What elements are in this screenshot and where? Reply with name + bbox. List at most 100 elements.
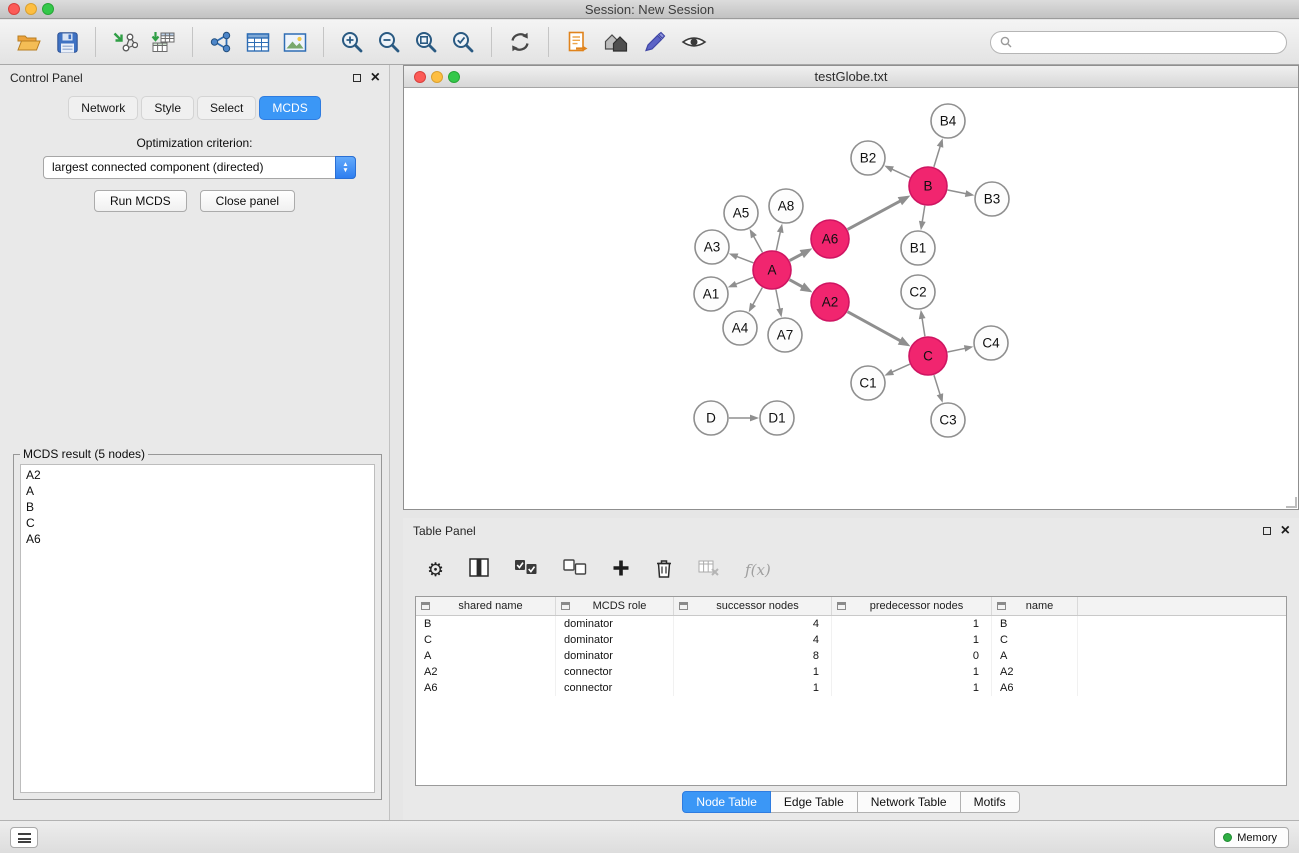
close-network-window-icon[interactable] bbox=[414, 71, 426, 83]
open-file-button[interactable] bbox=[12, 24, 46, 60]
run-mcds-button[interactable]: Run MCDS bbox=[94, 190, 187, 212]
tab-edge-table[interactable]: Edge Table bbox=[771, 791, 858, 813]
network-edge-A-A5[interactable] bbox=[750, 229, 763, 253]
table-cell[interactable]: 1 bbox=[832, 680, 992, 696]
optimization-dropdown[interactable]: largest connected component (directed) ▲… bbox=[43, 156, 356, 179]
zoom-selected-button[interactable] bbox=[447, 24, 479, 60]
column-header-predecessor-nodes[interactable]: predecessor nodes bbox=[832, 597, 992, 615]
network-node-B2[interactable]: B2 bbox=[851, 141, 885, 175]
network-edge-C-C1[interactable] bbox=[884, 364, 909, 375]
column-header-name[interactable]: name bbox=[992, 597, 1078, 615]
table-cell[interactable]: dominator bbox=[556, 632, 674, 648]
column-header-shared-name[interactable]: shared name bbox=[416, 597, 556, 615]
network-node-B4[interactable]: B4 bbox=[931, 104, 965, 138]
zoom-fit-button[interactable] bbox=[410, 24, 442, 60]
close-panel-icon[interactable]: × bbox=[1281, 525, 1290, 537]
float-panel-icon[interactable] bbox=[353, 74, 361, 82]
import-table-button[interactable] bbox=[147, 24, 180, 60]
network-edge-B-B3[interactable] bbox=[948, 190, 975, 197]
function-builder-button[interactable]: f(x) bbox=[745, 561, 771, 579]
new-table-button[interactable] bbox=[242, 24, 274, 60]
network-node-C2[interactable]: C2 bbox=[901, 275, 935, 309]
delete-column-button[interactable] bbox=[655, 558, 673, 583]
network-edge-A-A1[interactable] bbox=[728, 277, 754, 287]
deselect-all-button[interactable] bbox=[563, 559, 587, 581]
save-session-button[interactable] bbox=[51, 24, 83, 60]
export-document-button[interactable] bbox=[561, 24, 593, 60]
tab-network-table[interactable]: Network Table bbox=[858, 791, 961, 813]
network-node-A7[interactable]: A7 bbox=[768, 318, 802, 352]
table-cell[interactable]: 4 bbox=[674, 616, 832, 632]
network-node-C1[interactable]: C1 bbox=[851, 366, 885, 400]
table-cell[interactable]: C bbox=[992, 632, 1078, 648]
network-edge-A-A6[interactable] bbox=[790, 248, 813, 260]
network-edge-B-B2[interactable] bbox=[884, 166, 910, 178]
table-cell[interactable]: 1 bbox=[832, 616, 992, 632]
network-edge-B-B4[interactable] bbox=[934, 138, 943, 167]
network-node-A2[interactable]: A2 bbox=[811, 283, 849, 321]
network-edge-B-B1[interactable] bbox=[919, 206, 926, 230]
network-node-A1[interactable]: A1 bbox=[694, 277, 728, 311]
network-edge-A6-B[interactable] bbox=[848, 196, 911, 230]
tab-node-table[interactable]: Node Table bbox=[682, 791, 771, 813]
show-columns-button[interactable] bbox=[469, 558, 489, 582]
network-node-A[interactable]: A bbox=[753, 251, 791, 289]
table-cell[interactable]: 1 bbox=[832, 632, 992, 648]
network-edge-A-A3[interactable] bbox=[729, 253, 754, 262]
table-settings-button[interactable]: ⚙ bbox=[427, 561, 444, 580]
table-row[interactable]: Bdominator41B bbox=[416, 616, 1286, 632]
home-button[interactable] bbox=[598, 24, 634, 60]
tab-motifs[interactable]: Motifs bbox=[961, 791, 1020, 813]
mcds-result-list[interactable]: A2ABCA6 bbox=[20, 464, 375, 793]
network-edge-C-C3[interactable] bbox=[934, 375, 943, 403]
network-edge-A2-C[interactable] bbox=[848, 312, 911, 347]
table-cell[interactable]: 8 bbox=[674, 648, 832, 664]
network-node-A5[interactable]: A5 bbox=[724, 196, 758, 230]
table-cell[interactable]: C bbox=[416, 632, 556, 648]
annotation-button[interactable] bbox=[639, 24, 672, 60]
network-node-C4[interactable]: C4 bbox=[974, 326, 1008, 360]
minimize-network-window-icon[interactable] bbox=[431, 71, 443, 83]
network-node-A8[interactable]: A8 bbox=[769, 189, 803, 223]
import-network-button[interactable] bbox=[108, 24, 142, 60]
table-row[interactable]: Adominator80A bbox=[416, 648, 1286, 664]
table-cell[interactable]: A bbox=[416, 648, 556, 664]
table-cell[interactable]: 4 bbox=[674, 632, 832, 648]
network-edge-C-C4[interactable] bbox=[948, 345, 974, 352]
network-window-titlebar[interactable]: testGlobe.txt bbox=[404, 66, 1298, 88]
table-cell[interactable]: connector bbox=[556, 680, 674, 696]
network-edge-A-A4[interactable] bbox=[749, 288, 763, 313]
table-cell[interactable]: A2 bbox=[992, 664, 1078, 680]
network-node-A6[interactable]: A6 bbox=[811, 220, 849, 258]
table-cell[interactable]: dominator bbox=[556, 616, 674, 632]
resize-grip-icon[interactable] bbox=[1286, 497, 1297, 508]
float-panel-icon[interactable] bbox=[1263, 527, 1271, 535]
table-row[interactable]: A2connector11A2 bbox=[416, 664, 1286, 680]
network-node-A3[interactable]: A3 bbox=[695, 230, 729, 264]
network-edge-D-D1[interactable] bbox=[729, 415, 759, 422]
tab-mcds[interactable]: MCDS bbox=[259, 96, 320, 120]
show-hide-details-button[interactable] bbox=[677, 24, 711, 60]
network-edge-A-A2[interactable] bbox=[790, 280, 813, 293]
network-node-C3[interactable]: C3 bbox=[931, 403, 965, 437]
table-cell[interactable]: 1 bbox=[674, 664, 832, 680]
zoom-in-button[interactable] bbox=[336, 24, 368, 60]
table-cell[interactable]: B bbox=[992, 616, 1078, 632]
delete-table-button[interactable] bbox=[698, 559, 720, 582]
network-node-C[interactable]: C bbox=[909, 337, 947, 375]
close-window-icon[interactable] bbox=[8, 3, 20, 15]
table-cell[interactable]: B bbox=[416, 616, 556, 632]
table-row[interactable]: A6connector11A6 bbox=[416, 680, 1286, 696]
network-edge-A-A8[interactable] bbox=[776, 224, 783, 251]
table-cell[interactable]: A6 bbox=[992, 680, 1078, 696]
table-cell[interactable]: A6 bbox=[416, 680, 556, 696]
column-header-MCDS-role[interactable]: MCDS role bbox=[556, 597, 674, 615]
memory-button[interactable]: Memory bbox=[1214, 827, 1289, 848]
minimize-window-icon[interactable] bbox=[25, 3, 37, 15]
tab-network[interactable]: Network bbox=[68, 96, 138, 120]
add-column-button[interactable] bbox=[612, 559, 630, 582]
zoom-network-window-icon[interactable] bbox=[448, 71, 460, 83]
close-panel-button[interactable]: Close panel bbox=[200, 190, 295, 212]
network-node-B1[interactable]: B1 bbox=[901, 231, 935, 265]
search-box[interactable] bbox=[990, 31, 1287, 54]
